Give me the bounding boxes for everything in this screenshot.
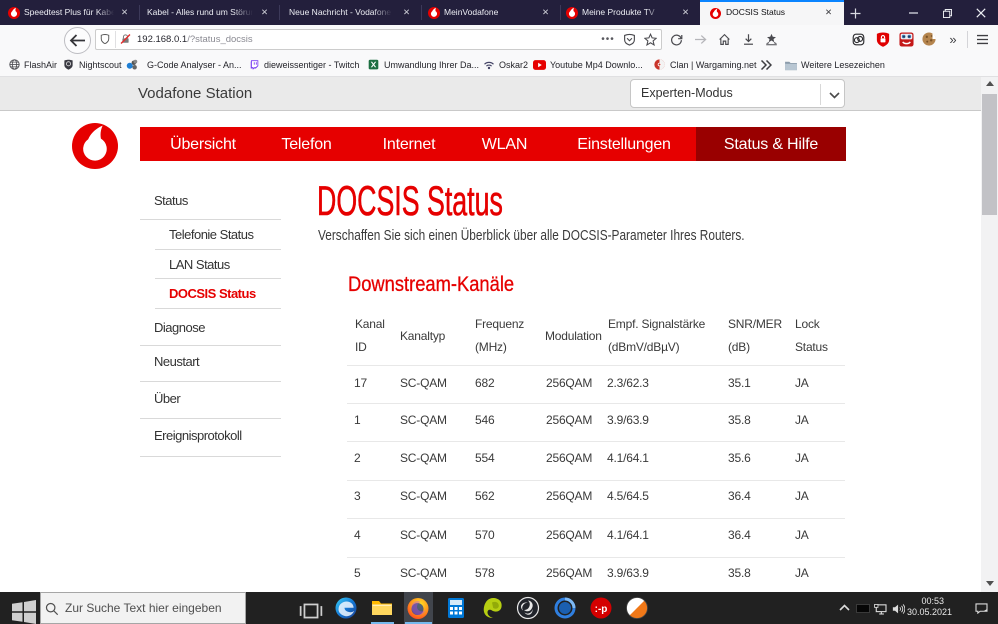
svg-text::-p: :-p — [595, 604, 608, 615]
